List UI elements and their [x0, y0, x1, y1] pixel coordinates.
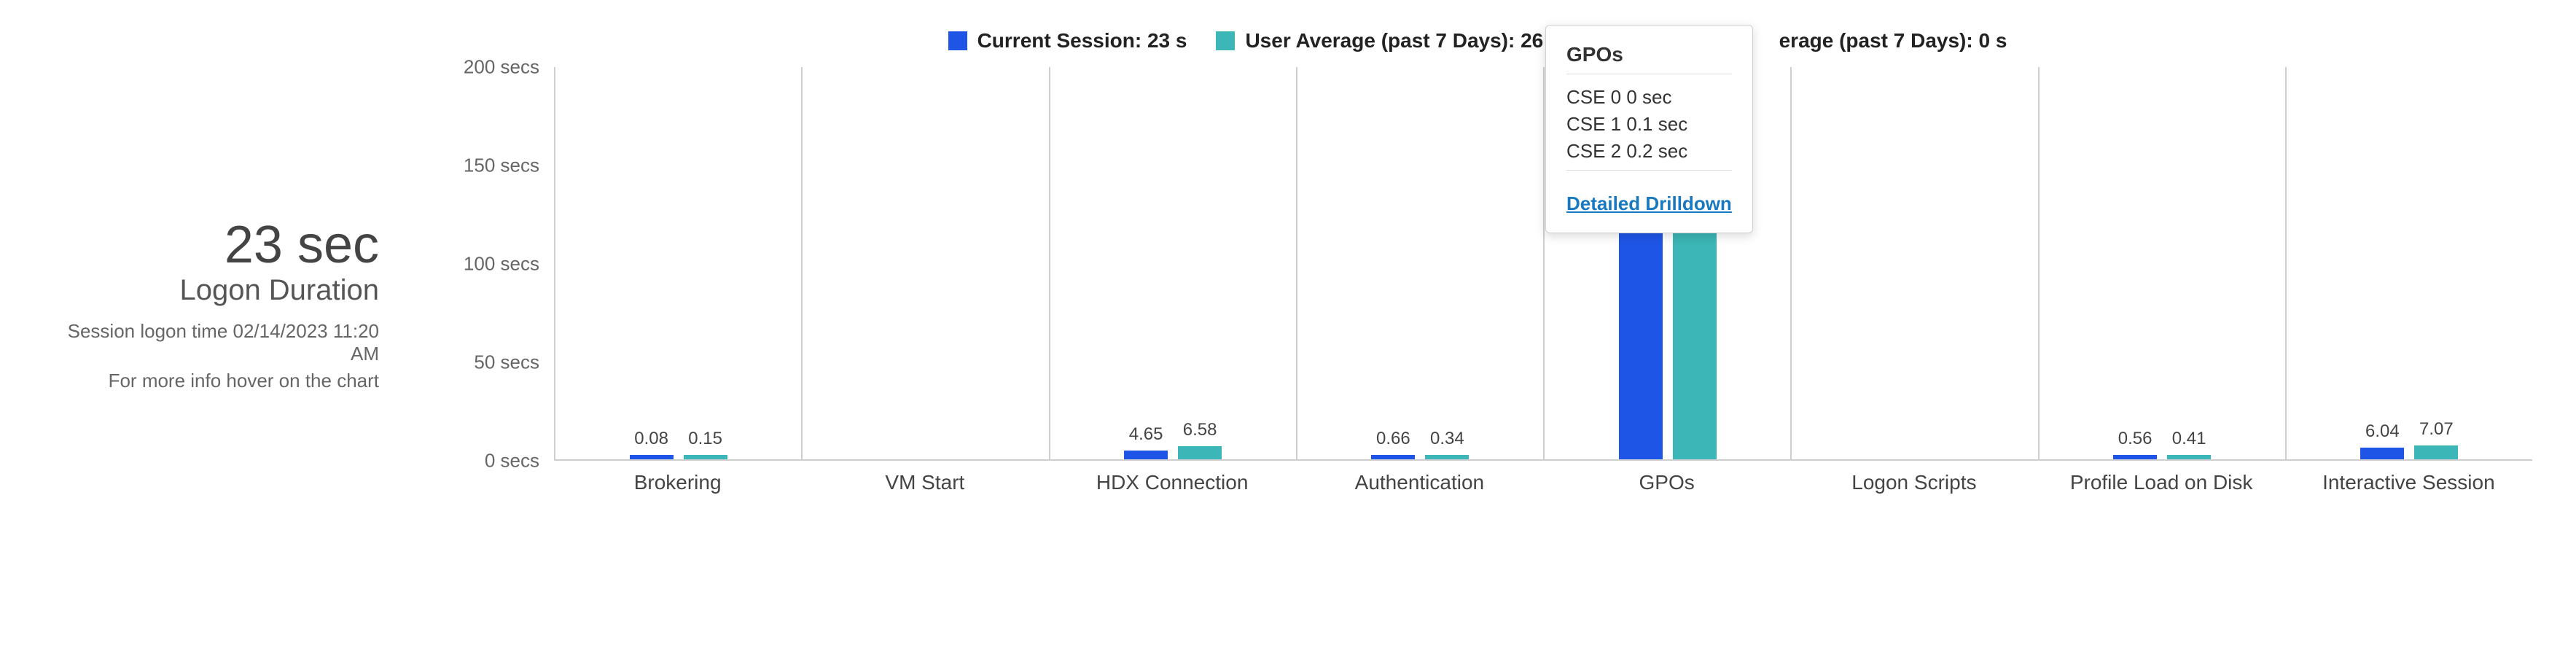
- tooltip-title: GPOs: [1566, 43, 1732, 66]
- x-axis-labels: BrokeringVM StartHDX ConnectionAuthentic…: [554, 461, 2532, 494]
- x-label: VM Start: [801, 461, 1048, 494]
- tooltip-gpos: GPOs CSE 0 0 sec CSE 1 0.1 sec CSE 2 0.2…: [1545, 25, 1753, 233]
- x-label: Interactive Session: [2285, 461, 2532, 494]
- x-label: Authentication: [1296, 461, 1543, 494]
- bar-value-label: 0.41: [2172, 429, 2206, 449]
- bar-teal[interactable]: 0.34: [1425, 455, 1469, 459]
- legend-average-7days[interactable]: erage (past 7 Days): 0 s: [1779, 29, 2007, 52]
- tooltip-row: CSE 2 0.2 sec: [1566, 140, 1732, 163]
- y-axis: 200 secs150 secs100 secs50 secs0 secs: [423, 67, 554, 461]
- logon-duration-title: Logon Duration: [44, 274, 379, 307]
- tooltip-row: CSE 1 0.1 sec: [1566, 113, 1732, 136]
- bar-blue[interactable]: 0.08: [630, 455, 674, 459]
- bar-teal[interactable]: 0.41: [2167, 455, 2211, 459]
- legend-user-average[interactable]: User Average (past 7 Days): 26 s: [1216, 29, 1560, 52]
- category-hdx-connection[interactable]: 4.65 6.58: [1050, 67, 1297, 459]
- x-label: Brokering: [554, 461, 801, 494]
- category-vm-start[interactable]: [803, 67, 1050, 459]
- bar-value-label: 0.56: [2118, 429, 2152, 449]
- y-tick: 150 secs: [464, 155, 539, 177]
- tooltip-row: CSE 0 0 sec: [1566, 86, 1732, 109]
- x-label: Logon Scripts: [1790, 461, 2037, 494]
- bar-value-label: 6.04: [2365, 421, 2400, 442]
- bar-value-label: 6.58: [1183, 420, 1217, 440]
- legend-user-avg-label: User Average (past 7 Days): 26 s: [1245, 29, 1560, 52]
- swatch-blue-icon: [948, 31, 967, 50]
- category-authentication[interactable]: 0.66 0.34: [1297, 67, 1545, 459]
- bar-teal[interactable]: 7.07: [2414, 445, 2458, 459]
- y-tick: 100 secs: [464, 253, 539, 276]
- bar-value-label: 0.34: [1430, 429, 1464, 449]
- logon-duration-value: 23 sec: [44, 219, 379, 271]
- bar-blue[interactable]: 0.66: [1371, 455, 1415, 459]
- x-label: GPOs: [1543, 461, 1790, 494]
- bar-blue[interactable]: 0.56: [2113, 455, 2157, 459]
- bar-value-label: 4.65: [1129, 424, 1163, 445]
- session-logon-time: Session logon time 02/14/2023 11:20 AM: [44, 320, 379, 365]
- x-label: HDX Connection: [1049, 461, 1296, 494]
- y-tick: 200 secs: [464, 56, 539, 79]
- hover-hint: For more info hover on the chart: [44, 370, 379, 392]
- bar-blue[interactable]: 4.65: [1124, 451, 1168, 460]
- plot-area[interactable]: 0.08 0.15 4.65 6.58 0.66 0.34 0.56 0.41 6.04 7.07: [554, 67, 2532, 461]
- bar-teal[interactable]: 6.58: [1178, 446, 1222, 459]
- bar-value-label: 7.07: [2419, 419, 2454, 440]
- category-profile-load-on-disk[interactable]: 0.56 0.41: [2040, 67, 2287, 459]
- category-brokering[interactable]: 0.08 0.15: [555, 67, 803, 459]
- swatch-teal-icon: [1216, 31, 1235, 50]
- x-label: Profile Load on Disk: [2038, 461, 2285, 494]
- chart-zone: Current Session: 23 s User Average (past…: [423, 29, 2532, 494]
- chart-plot[interactable]: 200 secs150 secs100 secs50 secs0 secs 0.…: [423, 67, 2532, 461]
- bar-teal[interactable]: 0.15: [684, 455, 727, 459]
- bar-blue[interactable]: 6.04: [2360, 448, 2404, 459]
- legend-avg7-label: erage (past 7 Days): 0 s: [1779, 29, 2007, 52]
- category-logon-scripts[interactable]: [1792, 67, 2039, 459]
- chart-legend: Current Session: 23 s User Average (past…: [423, 29, 2532, 52]
- legend-current-label: Current Session: 23 s: [977, 29, 1187, 52]
- y-tick: 50 secs: [474, 351, 539, 374]
- bar-value-label: 0.66: [1376, 429, 1410, 449]
- bar-value-label: 0.15: [688, 429, 722, 449]
- bar-value-label: 0.08: [634, 429, 668, 449]
- legend-current-session[interactable]: Current Session: 23 s: [948, 29, 1187, 52]
- y-tick: 0 secs: [485, 450, 539, 472]
- category-interactive-session[interactable]: 6.04 7.07: [2287, 67, 2532, 459]
- summary-panel: 23 sec Logon Duration Session logon time…: [44, 29, 394, 392]
- detailed-drilldown-link[interactable]: Detailed Drilldown: [1566, 192, 1732, 215]
